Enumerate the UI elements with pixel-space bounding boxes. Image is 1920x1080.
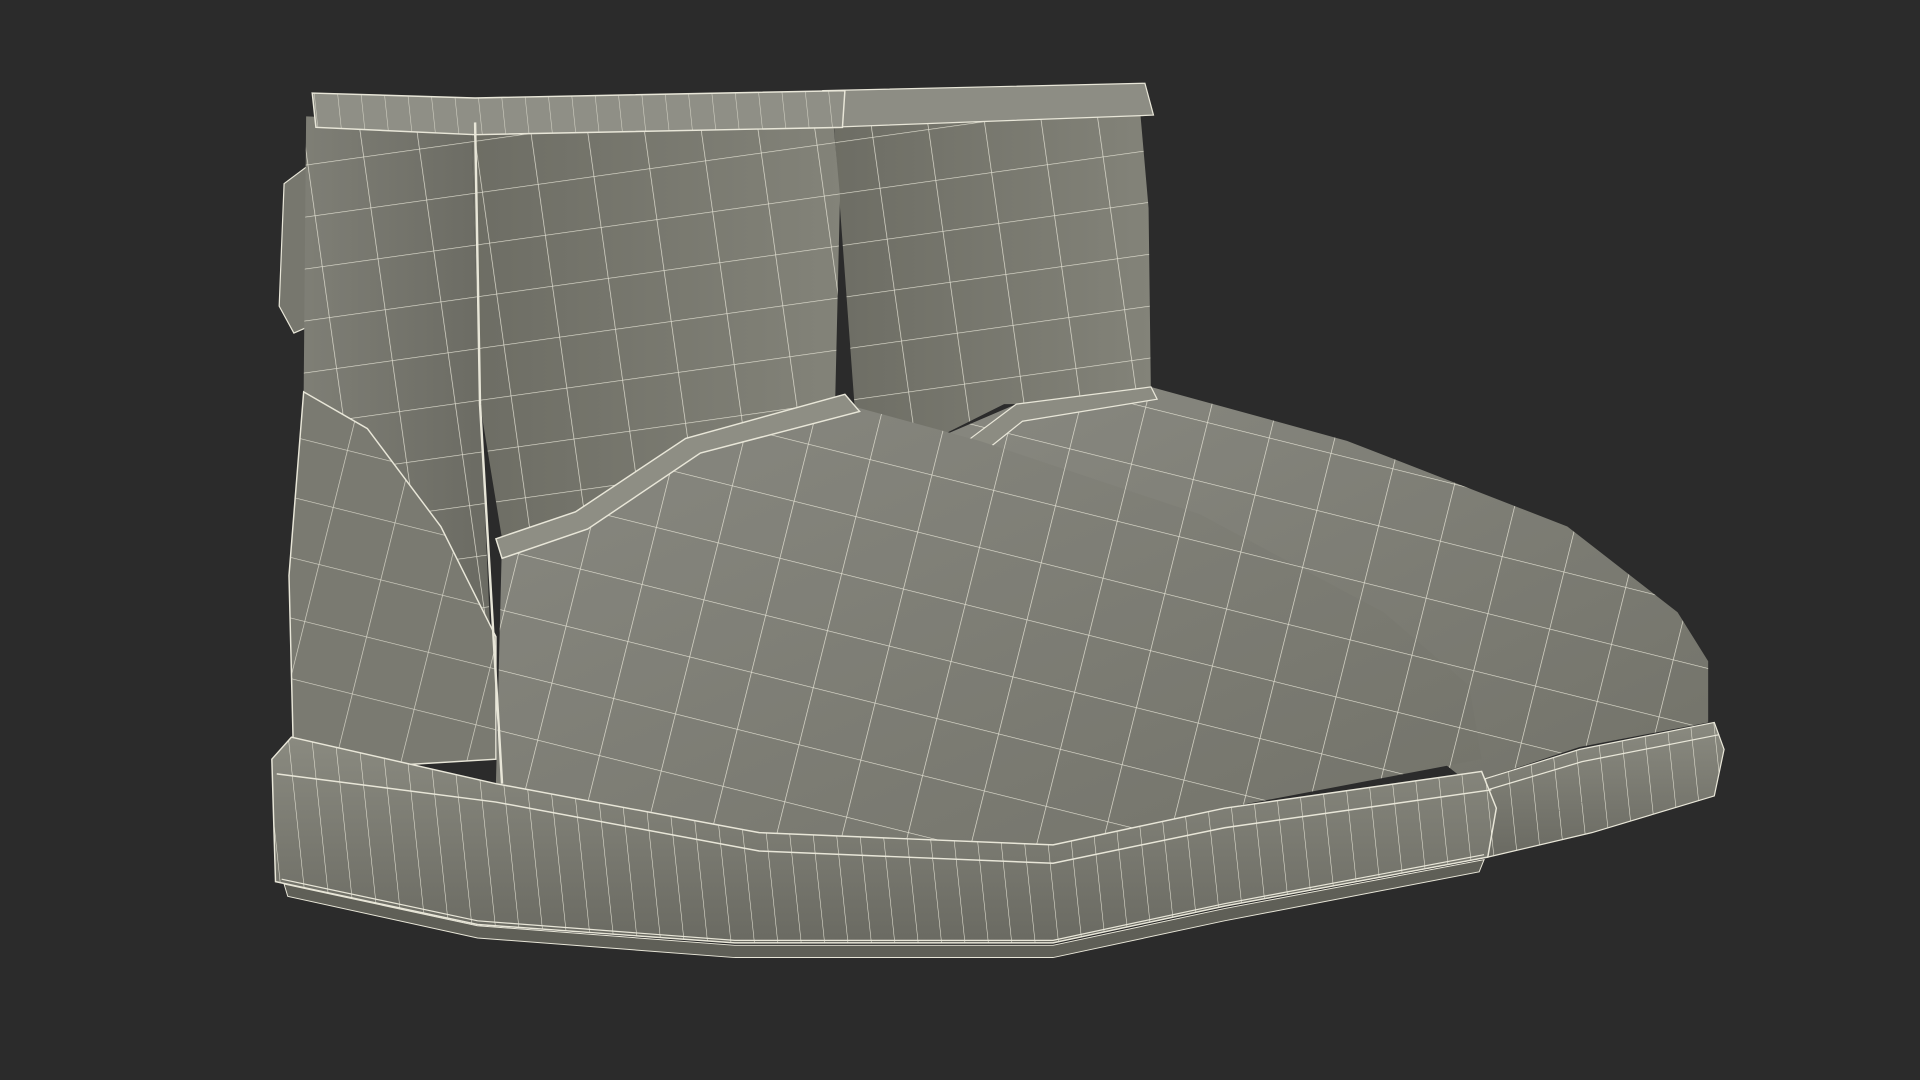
wireframe-boots-render	[271, 82, 1725, 959]
render-viewport	[0, 0, 1920, 1080]
